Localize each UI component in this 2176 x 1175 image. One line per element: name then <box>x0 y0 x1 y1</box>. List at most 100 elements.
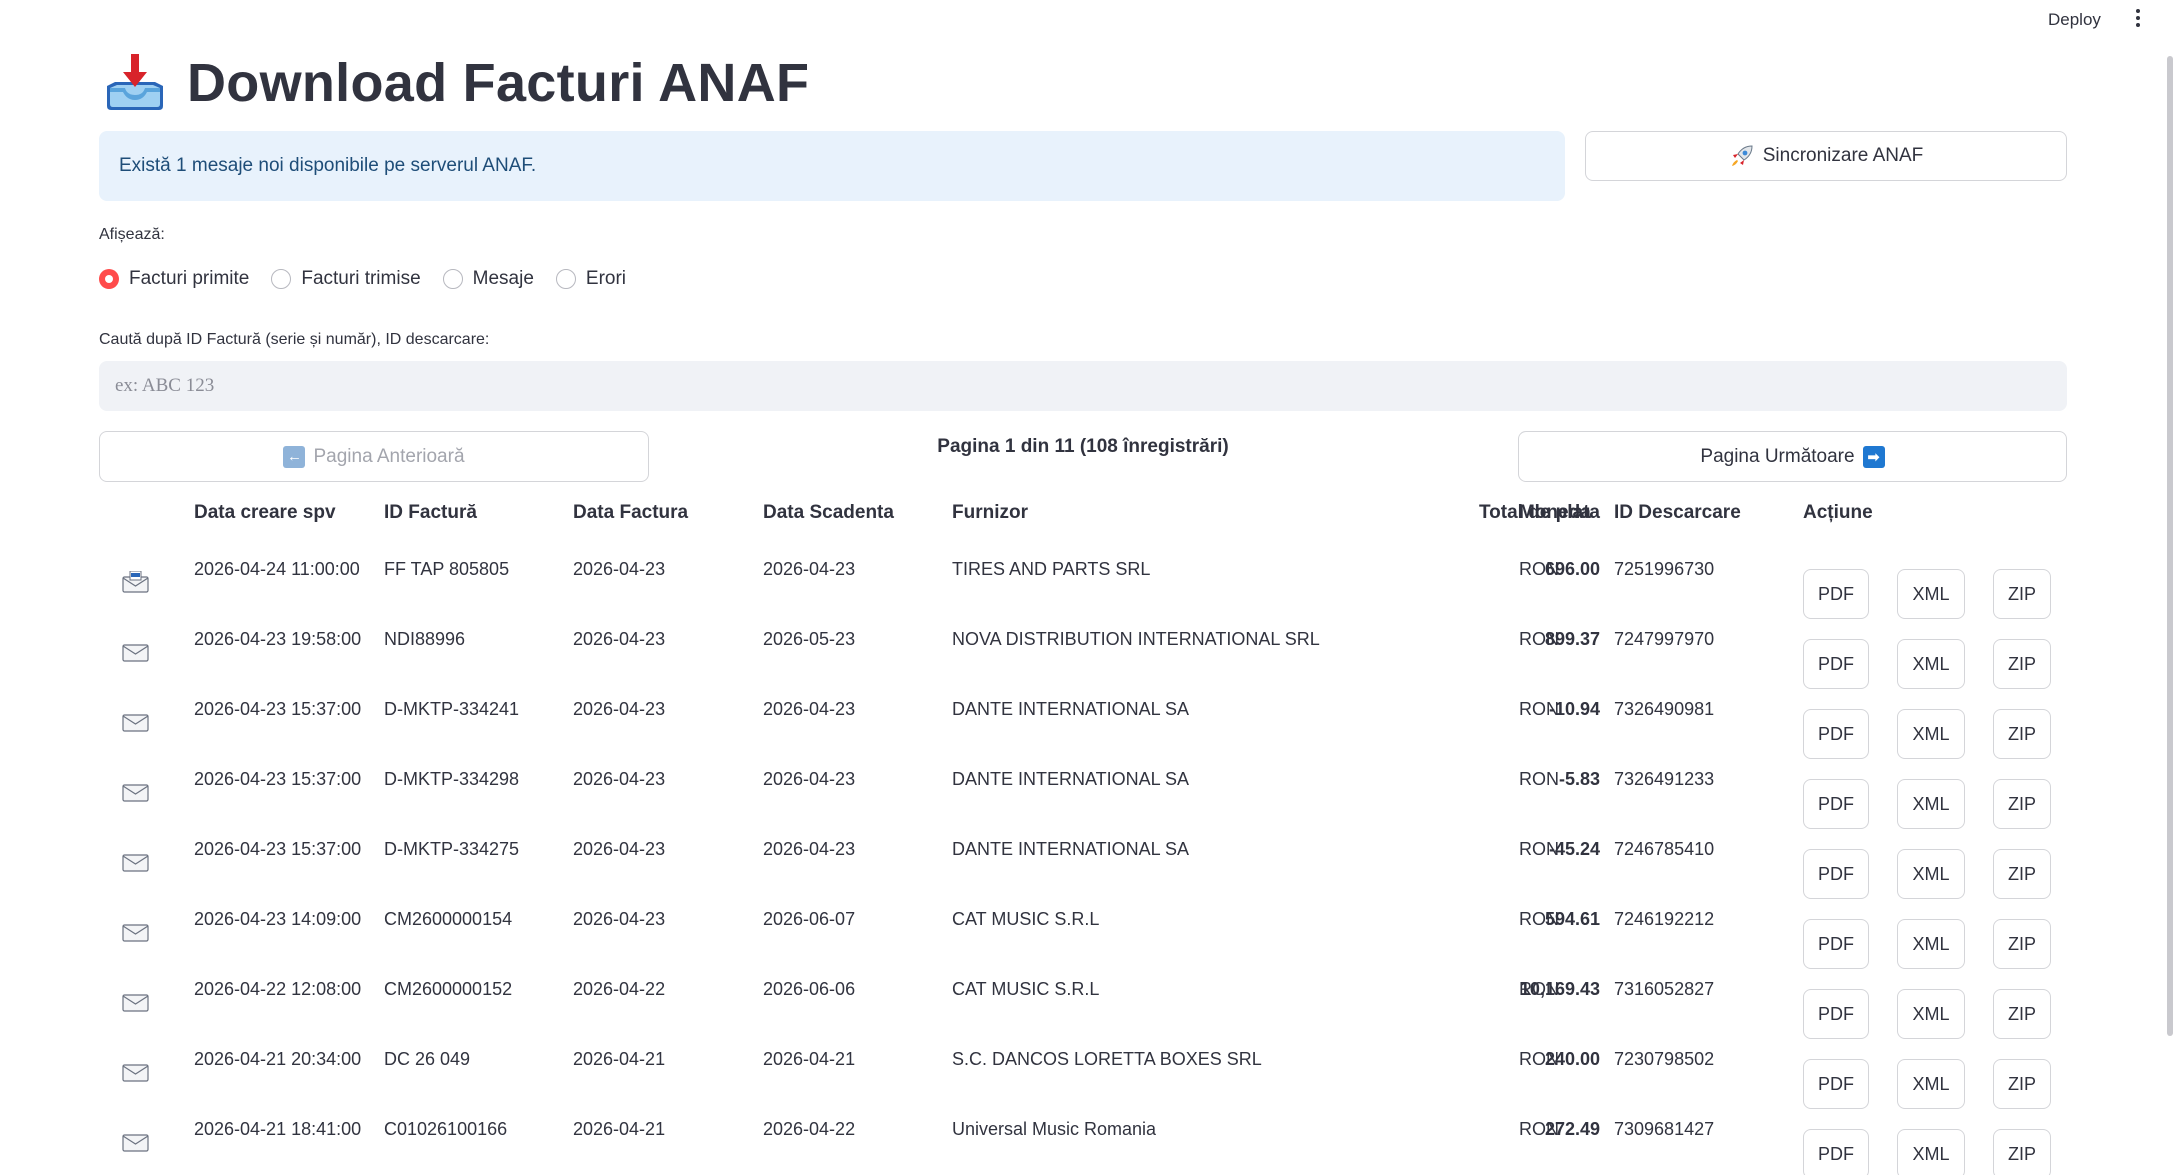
zip-button[interactable]: ZIP <box>1993 639 2051 689</box>
pdf-button[interactable]: PDF <box>1803 849 1869 899</box>
rocket-icon <box>1731 145 1753 166</box>
envelope-icon <box>122 644 149 662</box>
cell-created: 2026-04-23 15:37:00 <box>194 839 362 859</box>
scrollbar[interactable] <box>2167 56 2173 1036</box>
zip-button[interactable]: ZIP <box>1993 849 2051 899</box>
pdf-button[interactable]: PDF <box>1803 639 1869 689</box>
envelope-icon <box>122 714 149 732</box>
pdf-button[interactable]: PDF <box>1803 709 1869 759</box>
cell-supplier: DANTE INTERNATIONAL SA <box>952 839 1190 859</box>
zip-button[interactable]: ZIP <box>1993 919 2051 969</box>
radio-label: Erori <box>585 268 627 289</box>
cell-due-date: 2026-04-23 <box>763 559 856 579</box>
radio-facturi-trimise[interactable]: Facturi trimise <box>271 268 421 290</box>
radio-erori[interactable]: Erori <box>555 268 627 290</box>
previous-page-button[interactable]: ← Pagina Anterioară <box>99 431 649 482</box>
main-menu-icon[interactable] <box>2126 6 2150 32</box>
zip-button[interactable]: ZIP <box>1993 989 2051 1039</box>
xml-button[interactable]: XML <box>1897 1059 1965 1109</box>
cell-supplier: DANTE INTERNATIONAL SA <box>952 699 1190 719</box>
arrow-right-icon: ➡ <box>1862 445 1885 468</box>
cell-due-date: 2026-05-23 <box>763 629 856 649</box>
cell-supplier: CAT MUSIC S.R.L <box>952 979 1100 999</box>
envelope-icon <box>122 994 149 1012</box>
cell-supplier: NOVA DISTRIBUTION INTERNATIONAL SRL <box>952 629 1320 649</box>
cell-created: 2026-04-21 20:34:00 <box>194 1049 362 1069</box>
envelope-new-icon <box>122 571 149 593</box>
pdf-button[interactable]: PDF <box>1803 1129 1869 1175</box>
cell-due-date: 2026-04-23 <box>763 769 856 789</box>
page-title: Download Facturi ANAF <box>187 53 810 113</box>
cell-supplier: TIRES AND PARTS SRL <box>952 559 1151 579</box>
pdf-button[interactable]: PDF <box>1803 919 1869 969</box>
cell-invoice-id: NDI88996 <box>384 629 466 649</box>
column-header-created: Data creare spv <box>194 502 336 523</box>
cell-invoice-date: 2026-04-23 <box>573 769 666 789</box>
cell-supplier: DANTE INTERNATIONAL SA <box>952 769 1190 789</box>
cell-download-id: 7326491233 <box>1614 769 1715 789</box>
cell-invoice-date: 2026-04-23 <box>573 909 666 929</box>
info-alert-text: Există 1 mesaje noi disponibile pe serve… <box>119 155 537 176</box>
cell-invoice-id: CM2600000154 <box>384 909 513 929</box>
cell-invoice-date: 2026-04-21 <box>573 1119 666 1139</box>
zip-button[interactable]: ZIP <box>1993 1129 2051 1175</box>
table-row: 2026-04-23 15:37:00 D-MKTP-334298 2026-04-… <box>99 763 2067 833</box>
zip-button[interactable]: ZIP <box>1993 1059 2051 1109</box>
cell-download-id: 7246192212 <box>1614 909 1715 929</box>
table-row: 2026-04-23 15:37:00 D-MKTP-334241 2026-04-… <box>99 693 2067 763</box>
xml-button[interactable]: XML <box>1897 709 1965 759</box>
cell-invoice-id: CM2600000152 <box>384 979 513 999</box>
column-header-action: Acțiune <box>1803 502 1873 523</box>
cell-due-date: 2026-04-23 <box>763 699 856 719</box>
filter-label: Afișează: <box>99 226 165 243</box>
pdf-button[interactable]: PDF <box>1803 1059 1869 1109</box>
xml-button[interactable]: XML <box>1897 1129 1965 1175</box>
column-header-invoice-id: ID Factură <box>384 502 477 523</box>
zip-button[interactable]: ZIP <box>1993 569 2051 619</box>
zip-button[interactable]: ZIP <box>1993 779 2051 829</box>
cell-currency: RON <box>1519 559 1559 579</box>
envelope-icon <box>122 1064 149 1082</box>
xml-button[interactable]: XML <box>1897 919 1965 969</box>
cell-invoice-date: 2026-04-23 <box>573 699 666 719</box>
cell-download-id: 7309681427 <box>1614 1119 1715 1139</box>
next-page-label: Pagina Următoare <box>1700 445 1855 467</box>
cell-invoice-id: D-MKTP-334298 <box>384 769 520 789</box>
xml-button[interactable]: XML <box>1897 989 1965 1039</box>
radio-facturi-primite[interactable]: Facturi primite <box>99 268 249 290</box>
table-row: 2026-04-22 12:08:00 CM2600000152 2026-04-2… <box>99 973 2067 1043</box>
table-row: 2026-04-24 11:00:00 FF TAP 805805 2026-04-… <box>99 553 2067 623</box>
radio-mesaje[interactable]: Mesaje <box>442 268 534 290</box>
deploy-button[interactable]: Deploy <box>2040 8 2109 32</box>
sync-anaf-button[interactable]: Sincronizare ANAF <box>1585 131 2067 181</box>
cell-invoice-date: 2026-04-22 <box>573 979 666 999</box>
cell-download-id: 7230798502 <box>1614 1049 1715 1069</box>
pdf-button[interactable]: PDF <box>1803 569 1869 619</box>
zip-button[interactable]: ZIP <box>1993 709 2051 759</box>
radio-unchecked-icon <box>442 269 463 289</box>
radio-label: Mesaje <box>472 268 534 289</box>
cell-due-date: 2026-04-22 <box>763 1119 856 1139</box>
cell-currency: RON <box>1519 629 1559 649</box>
xml-button[interactable]: XML <box>1897 849 1965 899</box>
filter-radio-group: Facturi primite Facturi trimise Mesaje E… <box>99 268 648 290</box>
pdf-button[interactable]: PDF <box>1803 989 1869 1039</box>
envelope-icon <box>122 784 149 802</box>
next-page-button[interactable]: Pagina Următoare ➡ <box>1518 431 2067 482</box>
info-alert: Există 1 mesaje noi disponibile pe serve… <box>99 131 1565 201</box>
cell-invoice-date: 2026-04-21 <box>573 1049 666 1069</box>
xml-button[interactable]: XML <box>1897 639 1965 689</box>
xml-button[interactable]: XML <box>1897 779 1965 829</box>
table-row: 2026-04-21 18:41:00 C01026100166 2026-04-2… <box>99 1113 2067 1175</box>
inbox-tray-icon <box>107 54 163 110</box>
cell-currency: RON <box>1519 979 1559 999</box>
envelope-icon <box>122 924 149 942</box>
search-input[interactable] <box>99 361 2067 411</box>
radio-unchecked-icon <box>555 269 576 289</box>
cell-invoice-id: DC 26 049 <box>384 1049 471 1069</box>
cell-due-date: 2026-06-07 <box>763 909 856 929</box>
header: Download Facturi ANAF <box>101 48 809 118</box>
xml-button[interactable]: XML <box>1897 569 1965 619</box>
top-toolbar: Deploy <box>0 0 2176 40</box>
pdf-button[interactable]: PDF <box>1803 779 1869 829</box>
